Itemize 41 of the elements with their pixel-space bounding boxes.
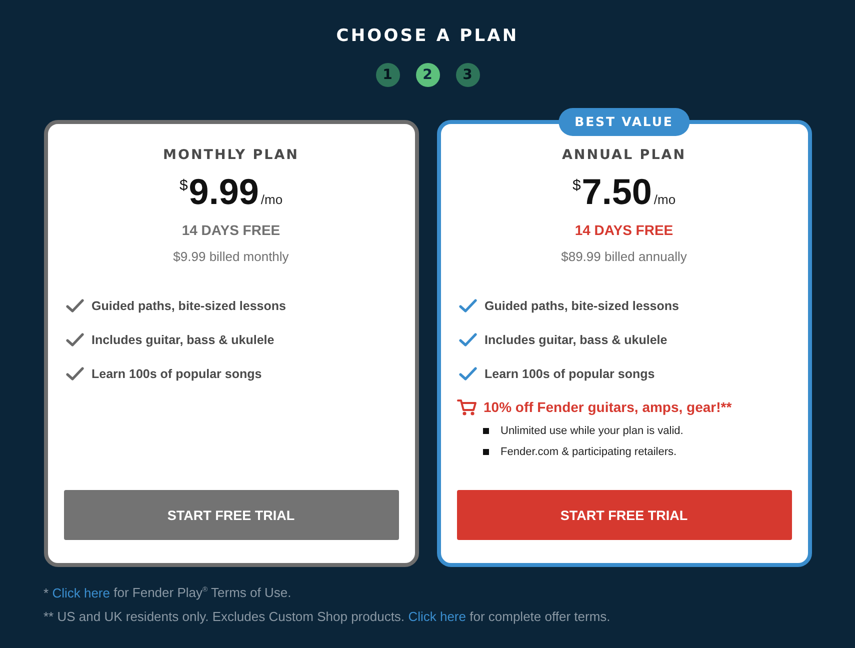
price-amount: 7.50: [582, 170, 652, 214]
terms-link[interactable]: Click here: [52, 585, 110, 600]
feature-text: Learn 100s of popular songs: [484, 367, 655, 381]
check-icon: [66, 299, 84, 313]
best-value-badge: BEST VALUE: [558, 108, 690, 136]
promo-text: 10% off Fender guitars, amps, gear!**: [484, 399, 732, 415]
cart-icon: [456, 398, 476, 416]
currency-symbol: $: [179, 177, 188, 194]
plan-title: ANNUAL PLAN: [560, 146, 688, 165]
feature-text: Includes guitar, bass & ukulele: [484, 333, 668, 347]
currency-symbol: $: [572, 177, 581, 194]
start-trial-button[interactable]: START FREE TRIAL: [64, 490, 398, 540]
promo-detail-text: Unlimited use while your plan is valid.: [500, 425, 684, 437]
check-icon: [66, 333, 84, 347]
bullet-icon: [482, 428, 488, 434]
footnote-text: ** US and UK residents only. Excludes Custom Shop products. Click here for complete offer terms.: [44, 608, 612, 626]
feature-text: Guided paths, bite-sized lessons: [92, 299, 286, 313]
price-period: /mo: [654, 192, 676, 207]
free-trial-text: 14 DAYS FREE: [574, 221, 674, 240]
step-indicator: 2: [416, 63, 440, 87]
feature-text: Guided paths, bite-sized lessons: [484, 299, 679, 313]
check-icon: [458, 299, 476, 313]
promo-detail-text: Fender.com & participating retailers.: [500, 446, 677, 458]
price-period: /mo: [260, 192, 283, 207]
step-indicator: 3: [456, 63, 480, 87]
bullet-icon: [482, 449, 488, 455]
price-amount: 9.99: [188, 170, 259, 214]
check-icon: [458, 367, 476, 381]
feature-text: Learn 100s of popular songs: [92, 367, 262, 381]
check-icon: [458, 333, 476, 347]
page-title: CHOOSE A PLAN: [336, 25, 519, 48]
billing-text: $9.99 billed monthly: [172, 248, 290, 266]
billing-text: $89.99 billed annually: [560, 248, 688, 266]
feature-text: Includes guitar, bass & ukulele: [92, 333, 274, 347]
start-trial-button[interactable]: START FREE TRIAL: [456, 490, 792, 540]
footnote-text: * Click here for Fender Play$^{®}$ Terms of Use.: [44, 584, 292, 602]
free-trial-text: 14 DAYS FREE: [180, 221, 282, 240]
check-icon: [66, 367, 84, 381]
step-indicator: 1: [376, 63, 400, 87]
plan-title: MONTHLY PLAN: [162, 146, 300, 165]
terms-link[interactable]: Click here: [408, 609, 466, 624]
